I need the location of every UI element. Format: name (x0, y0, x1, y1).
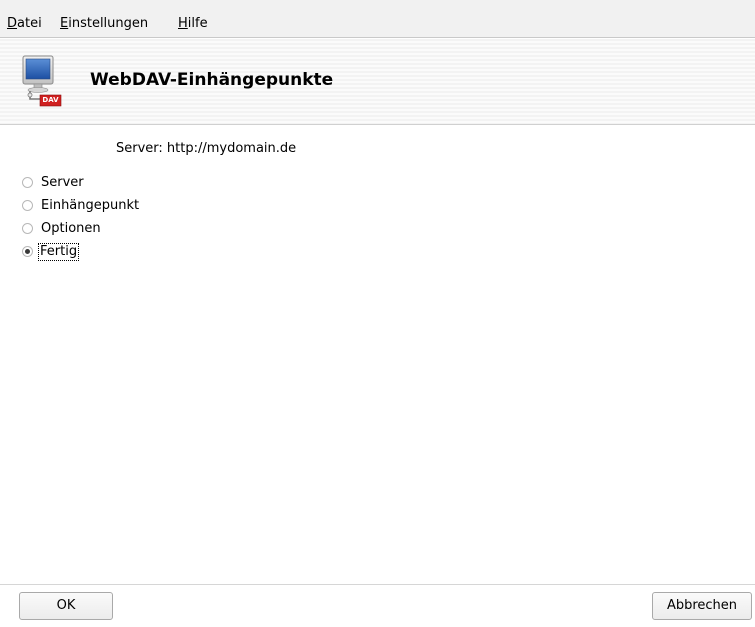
menu-hilfe-label: ilfe (187, 16, 208, 31)
radio-einhaengepunkt[interactable] (22, 200, 33, 211)
radio-server[interactable] (22, 177, 33, 188)
step-einhaengepunkt-label: Einhängepunkt (41, 198, 140, 213)
server-url-text: Server: http://mydomain.de (116, 141, 297, 156)
menu-hilfe-accel: H (178, 16, 188, 31)
step-fertig-label: Fertig (37, 243, 80, 261)
cancel-button[interactable]: Abbrechen (652, 592, 752, 620)
header-banner: DAV WebDAV-Einhängepunkte (0, 39, 755, 125)
webdav-window: Datei Einstellungen Hilfe DAV WebDAV-Ein… (0, 0, 755, 627)
radio-optionen[interactable] (22, 223, 33, 234)
radio-fertig[interactable] (22, 246, 33, 257)
page-title: WebDAV-Einhängepunkte (90, 70, 334, 90)
footer-divider (0, 584, 755, 585)
dav-badge-text: DAV (42, 96, 59, 104)
webdav-monitor-icon: DAV (22, 55, 62, 107)
step-server-label: Server (41, 175, 84, 190)
menu-datei-accel: D (7, 16, 18, 31)
menu-datei-label: atei (17, 16, 42, 31)
step-optionen-label: Optionen (41, 221, 101, 236)
menu-einstellungen-accel: E (60, 16, 69, 31)
ok-button[interactable]: OK (19, 592, 113, 620)
menu-einstellungen-label: instellungen (68, 16, 149, 31)
menu-datei[interactable]: Datei (7, 16, 42, 32)
menubar: Datei Einstellungen Hilfe (0, 0, 755, 38)
menu-hilfe[interactable]: Hilfe (178, 16, 208, 32)
menu-einstellungen[interactable]: Einstellungen (60, 16, 148, 32)
